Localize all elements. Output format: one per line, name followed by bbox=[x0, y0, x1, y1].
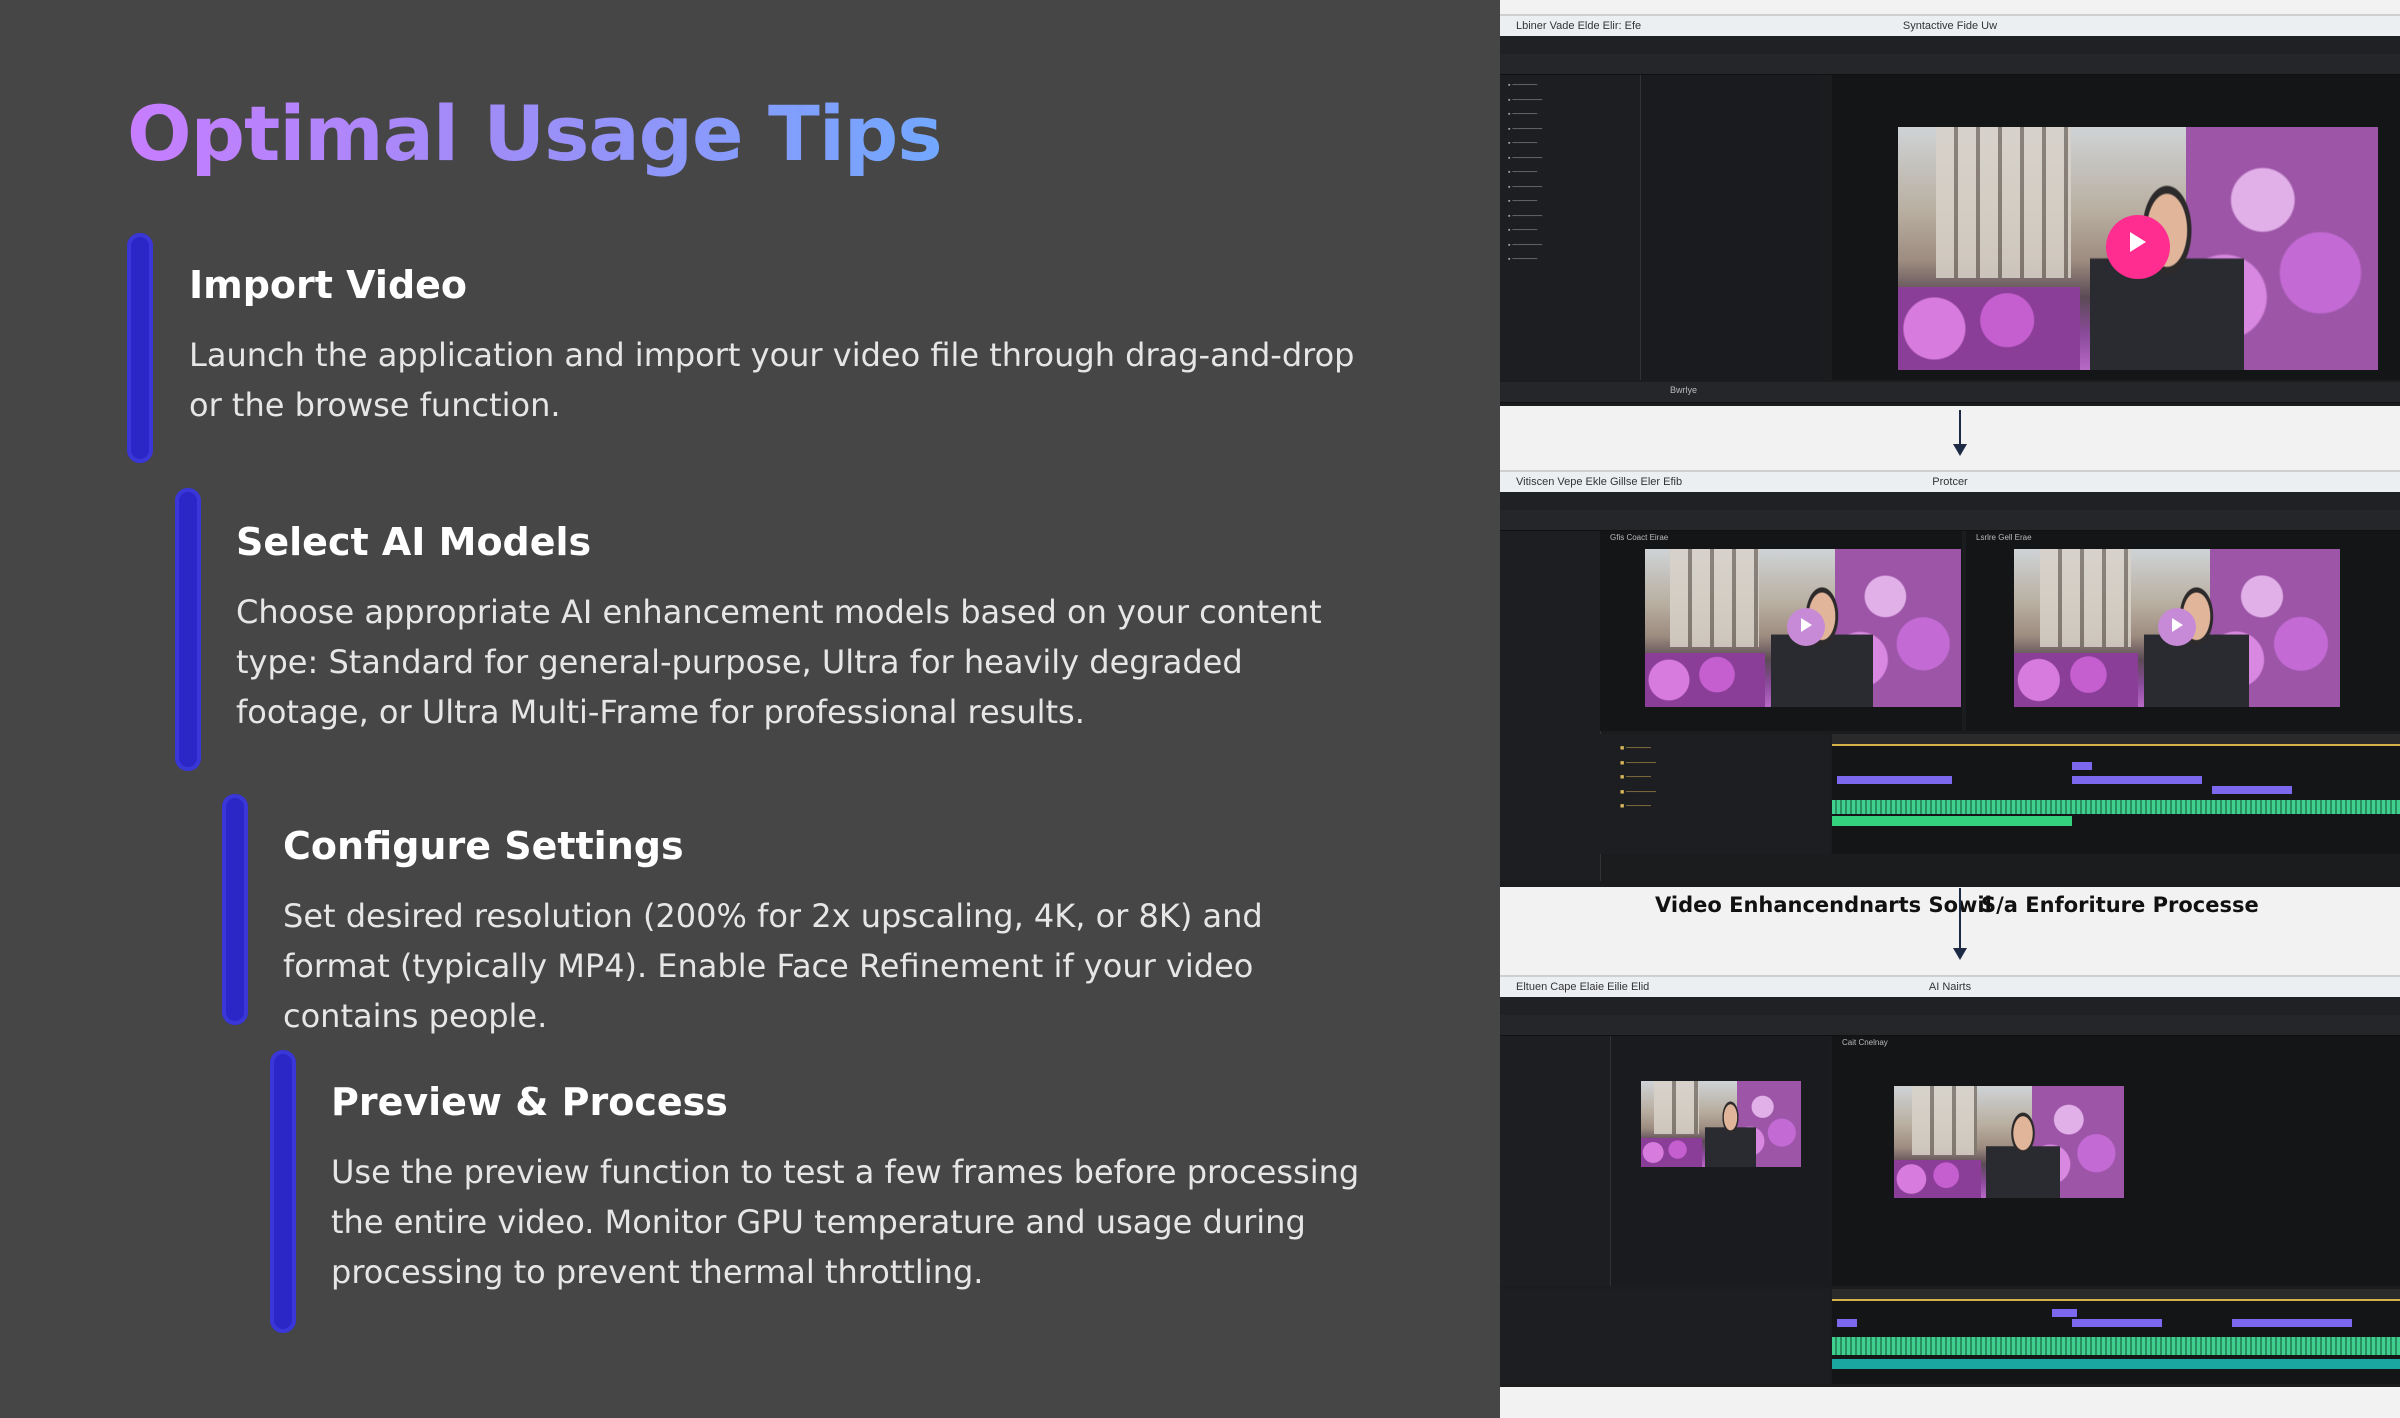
step-title: Configure Settings bbox=[283, 824, 684, 868]
video-clip[interactable] bbox=[2072, 776, 2202, 784]
step-title: Import Video bbox=[189, 263, 468, 307]
audio-waveform bbox=[1832, 1337, 2400, 1355]
window-titlebar: Vitiscen Vepe Ekle Gillse Eler Efib Prot… bbox=[1500, 472, 2400, 492]
video-clip[interactable] bbox=[2212, 786, 2292, 794]
menu-bar bbox=[1500, 997, 2400, 1015]
preview-label: Gfis Coact Eirae bbox=[1610, 533, 1669, 542]
menu-bar bbox=[1500, 492, 2400, 510]
audio-track bbox=[1832, 816, 2072, 826]
editor-window-import: Lbiner Vade Elde Elir: Efe Syntactive Fi… bbox=[1500, 14, 2400, 406]
video-clip[interactable] bbox=[2232, 1319, 2352, 1327]
play-icon[interactable] bbox=[1787, 608, 1825, 646]
timeline-ruler bbox=[1832, 734, 2400, 746]
timeline-toolbar: Bwrlye bbox=[1500, 382, 2400, 403]
step-accent-bar bbox=[175, 488, 201, 771]
preview-label: Cait Cnelnay bbox=[1842, 1038, 1888, 1047]
flow-arrow-icon bbox=[1953, 410, 1967, 456]
video-frame bbox=[2014, 549, 2340, 707]
preview-label: Lsrlre Gell Erae bbox=[1976, 533, 2032, 542]
audio-waveform bbox=[1832, 800, 2400, 814]
video-frame bbox=[1645, 549, 1961, 707]
step-description: Use the preview function to test a few f… bbox=[331, 1153, 1360, 1291]
preview-pane-original: Gfis Coact Eirae bbox=[1600, 531, 1962, 731]
preview-pane-enhanced: Lsrlre Gell Erae bbox=[1966, 531, 2400, 731]
project-bin bbox=[1641, 75, 1821, 380]
media-browser: ▪ ───── ▪ ────── ▪ ───── ▪ ────── ▪ ───── ▪ ─… bbox=[1500, 75, 1641, 380]
preview-pane: Cait Cnelnay bbox=[1832, 1036, 2400, 1286]
preview-pane bbox=[1832, 75, 2400, 380]
video-clip[interactable] bbox=[1837, 776, 1952, 784]
step-select-ai-models: Select AI Models Choose appropriate AI e… bbox=[175, 488, 1425, 771]
video-frame bbox=[1898, 127, 2378, 370]
window-titlebar: Lbiner Vade Elde Elir: Efe Syntactive Fi… bbox=[1500, 16, 2400, 36]
track-names: ■ ───── ■ ────── ■ ───── ■ ────── ■ ───── bbox=[1620, 745, 1656, 810]
step-configure-settings: Configure Settings Set desired resolutio… bbox=[222, 794, 1422, 1035]
step-accent-bar bbox=[222, 794, 248, 1025]
step-import-video: Import Video Launch the application and … bbox=[127, 233, 1427, 465]
play-icon[interactable] bbox=[2106, 215, 2170, 279]
step-title: Preview & Process bbox=[331, 1080, 728, 1124]
media-browser bbox=[1500, 1036, 1611, 1286]
toolbar bbox=[1500, 54, 2400, 75]
video-clip[interactable] bbox=[2072, 1319, 2162, 1327]
flow-arrow-icon bbox=[1953, 888, 1967, 960]
slide-panel: Optimal Usage Tips Import Video Launch t… bbox=[0, 0, 1500, 1418]
track-list: ■ ───── ■ ────── ■ ───── ■ ────── ■ ───── bbox=[1500, 734, 1830, 854]
editor-window-export: Eltuen Cape Elaie Eilie Elid AI Nairts C… bbox=[1500, 975, 2400, 1387]
caption-left: Video Enhancendnarts Sowil bbox=[1655, 893, 1992, 917]
window-titlebar: Eltuen Cape Elaie Eilie Elid AI Nairts bbox=[1500, 977, 2400, 997]
caption-right: S/a Enforiture Processe bbox=[1981, 893, 2259, 917]
audio-track bbox=[1832, 1359, 2400, 1369]
step-description: Set desired resolution (200% for 2x upsc… bbox=[283, 897, 1263, 1035]
toolbar bbox=[1500, 510, 2400, 531]
step-description: Choose appropriate AI enhancement models… bbox=[236, 593, 1322, 731]
toolbar bbox=[1500, 1015, 2400, 1036]
editor-illustration: Lbiner Vade Elde Elir: Efe Syntactive Fi… bbox=[1500, 0, 2400, 1418]
editor-window-process: Vitiscen Vepe Ekle Gillse Eler Efib Prot… bbox=[1500, 470, 2400, 887]
video-clip[interactable] bbox=[2072, 762, 2092, 770]
video-clip[interactable] bbox=[1837, 1319, 1857, 1327]
play-icon[interactable] bbox=[2158, 608, 2196, 646]
window-center-title: Protcer bbox=[1932, 476, 1968, 488]
menu-bar bbox=[1500, 36, 2400, 54]
file-list: ▪ ───── ▪ ────── ▪ ───── ▪ ────── ▪ ───── ▪ ─… bbox=[1508, 82, 1543, 263]
slide-title: Optimal Usage Tips bbox=[127, 89, 943, 178]
bottom-label: Bwrlye bbox=[1670, 385, 1698, 395]
step-preview-process: Preview & Process Use the preview functi… bbox=[270, 1050, 1420, 1334]
track-list bbox=[1500, 1289, 1830, 1384]
step-accent-bar bbox=[270, 1050, 296, 1333]
timeline bbox=[1832, 734, 2400, 854]
video-clip[interactable] bbox=[2052, 1309, 2077, 1317]
timeline bbox=[1832, 1289, 2400, 1384]
timeline-ruler bbox=[1832, 1289, 2400, 1301]
step-description: Launch the application and import your v… bbox=[189, 336, 1355, 424]
step-accent-bar bbox=[127, 233, 153, 463]
video-thumbnail bbox=[1641, 1081, 1801, 1167]
window-center-title: Syntactive Fide Uw bbox=[1902, 20, 1998, 32]
window-center-title: AI Nairts bbox=[1928, 981, 1972, 993]
video-frame bbox=[1894, 1086, 2124, 1198]
step-title: Select AI Models bbox=[236, 520, 592, 564]
media-bin bbox=[1611, 1036, 1829, 1286]
